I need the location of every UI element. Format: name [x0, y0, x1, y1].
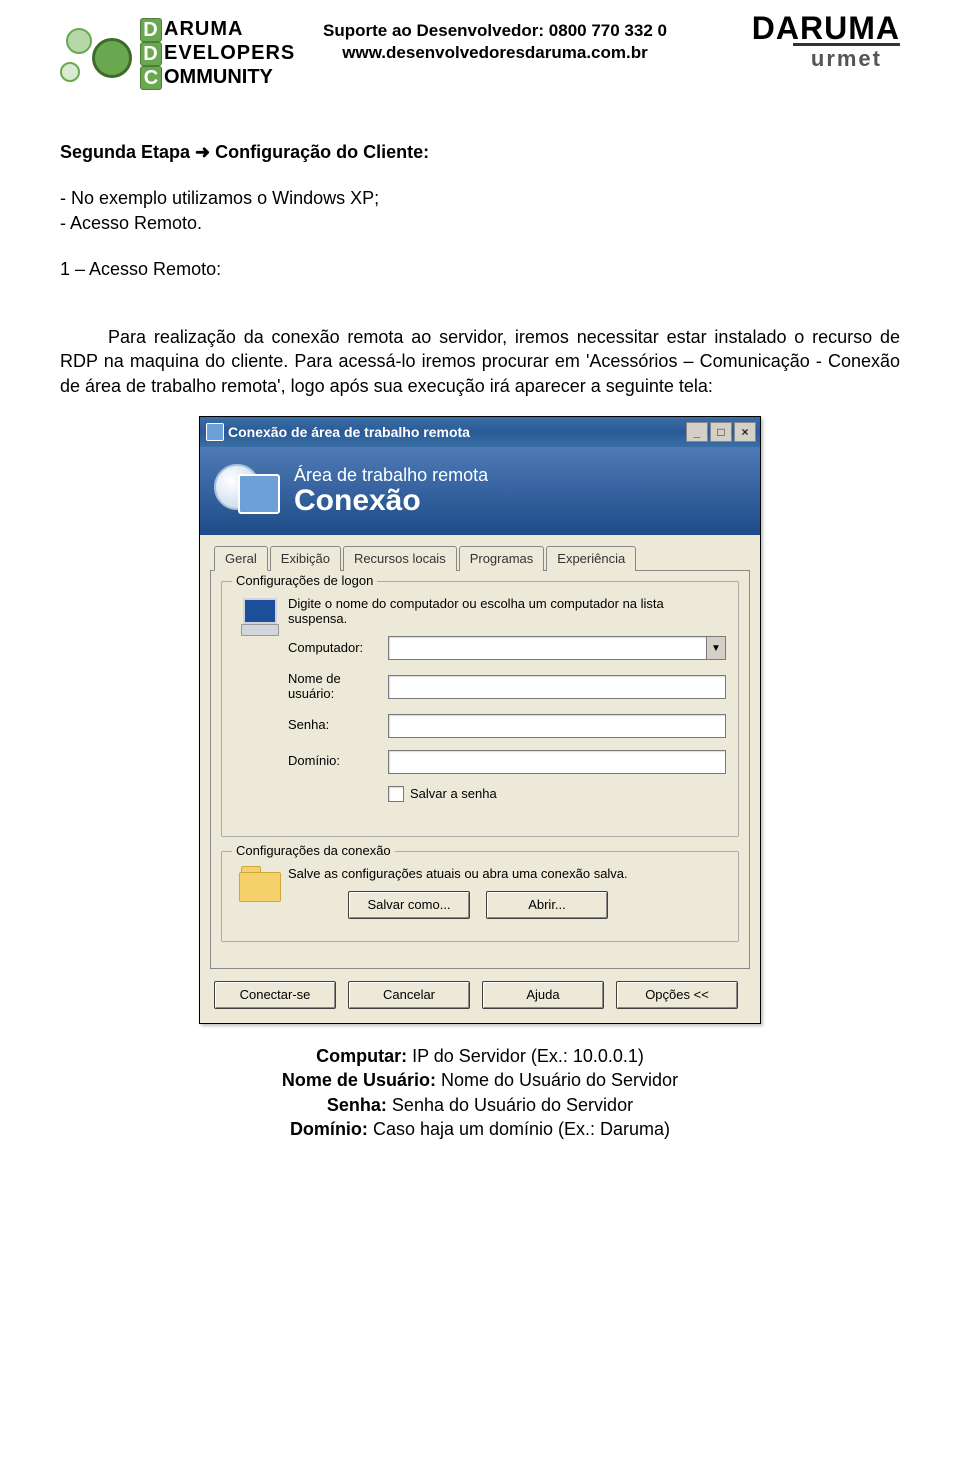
brand-urmet: urmet	[793, 43, 900, 72]
maximize-button[interactable]: □	[710, 422, 732, 442]
computer-input[interactable]	[388, 636, 706, 660]
letter-d: D	[140, 18, 162, 42]
letter-d2: D	[140, 42, 162, 66]
bi-lbl-1: Computar:	[316, 1046, 407, 1066]
logo-line-1: ARUMA	[164, 18, 243, 42]
support-line: Suporte ao Desenvolvedor: 0800 770 332 0	[290, 20, 700, 42]
arrow-icon: ➜	[195, 140, 210, 164]
logo-line-3: OMMUNITY	[164, 66, 273, 90]
paragraph: Para realização da conexão remota ao ser…	[60, 325, 900, 398]
group-logon: Configurações de logon Digite o nome do …	[221, 581, 739, 837]
dialog-banner: Área de trabalho remota Conexão	[200, 447, 760, 535]
body-text: Segunda Etapa ➜ Configuração do Cliente:…	[60, 140, 900, 398]
close-button[interactable]: ×	[734, 422, 756, 442]
connect-button[interactable]: Conectar-se	[214, 981, 336, 1009]
bi-lbl-3: Senha:	[327, 1095, 387, 1115]
save-password-checkbox[interactable]	[388, 786, 404, 802]
banner-line2: Conexão	[294, 484, 488, 518]
cancel-button[interactable]: Cancelar	[348, 981, 470, 1009]
folder-icon	[239, 866, 283, 902]
connection-instruction: Salve as configurações atuais ou abra um…	[288, 866, 726, 881]
chevron-down-icon[interactable]: ▼	[706, 636, 726, 660]
tab-exibicao[interactable]: Exibição	[270, 546, 341, 571]
open-button[interactable]: Abrir...	[486, 891, 608, 919]
bi-lbl-4: Domínio:	[290, 1119, 368, 1139]
tab-recursos-locais[interactable]: Recursos locais	[343, 546, 457, 571]
bi-lbl-2: Nome de Usuário:	[282, 1070, 436, 1090]
group-connection-title: Configurações da conexão	[232, 843, 395, 858]
header-center-text: Suporte ao Desenvolvedor: 0800 770 332 0…	[290, 10, 700, 64]
help-button[interactable]: Ajuda	[482, 981, 604, 1009]
page-header: DARUMA DEVELOPERS COMMUNITY Suporte ao D…	[60, 10, 900, 100]
password-input[interactable]	[388, 714, 726, 738]
tab-geral[interactable]: Geral	[214, 546, 268, 571]
remote-desktop-icon	[214, 460, 280, 522]
bi-val-1: IP do Servidor (Ex.: 10.0.0.1)	[407, 1046, 644, 1066]
titlebar[interactable]: Conexão de área de trabalho remota _ □ ×	[200, 417, 760, 447]
dialog-screenshot: Conexão de área de trabalho remota _ □ ×…	[60, 416, 900, 1024]
label-username: Nome de usuário:	[288, 672, 388, 702]
bullet-2: - Acesso Remoto.	[60, 211, 900, 235]
label-password: Senha:	[288, 718, 388, 733]
tab-programas[interactable]: Programas	[459, 546, 545, 571]
computer-icon	[241, 596, 281, 636]
step-title: 1 – Acesso Remoto:	[60, 257, 900, 281]
logo-line-2: EVELOPERS	[164, 42, 295, 66]
label-computer: Computador:	[288, 641, 388, 656]
tab-experiencia[interactable]: Experiência	[546, 546, 636, 571]
ddc-logo: DARUMA DEVELOPERS COMMUNITY	[60, 10, 290, 100]
letter-c: C	[140, 66, 162, 90]
title-part1: Segunda Etapa	[60, 142, 195, 162]
save-password-label: Salvar a senha	[410, 786, 497, 801]
save-as-button[interactable]: Salvar como...	[348, 891, 470, 919]
document-page: DARUMA DEVELOPERS COMMUNITY Suporte ao D…	[0, 0, 960, 1465]
bi-val-3: Senha do Usuário do Servidor	[387, 1095, 633, 1115]
minimize-button[interactable]: _	[686, 422, 708, 442]
title-part2: Configuração do Cliente:	[215, 142, 429, 162]
brand-daruma: DARUMA	[700, 10, 900, 47]
bottom-info: Computar: IP do Servidor (Ex.: 10.0.0.1)…	[60, 1044, 900, 1141]
daruma-urmet-logo: DARUMA urmet	[700, 10, 900, 72]
options-button[interactable]: Opções <<	[616, 981, 738, 1009]
titlebar-icon	[206, 423, 224, 441]
username-input[interactable]	[388, 675, 726, 699]
tab-body: Configurações de logon Digite o nome do …	[210, 570, 750, 969]
bullet-1: - No exemplo utilizamos o Windows XP;	[60, 186, 900, 210]
logon-instruction: Digite o nome do computador ou escolha u…	[288, 596, 726, 626]
label-domain: Domínio:	[288, 754, 388, 769]
site-line: www.desenvolvedoresdaruma.com.br	[290, 42, 700, 64]
dialog-footer: Conectar-se Cancelar Ajuda Opções <<	[200, 977, 760, 1023]
bi-val-4: Caso haja um domínio (Ex.: Daruma)	[368, 1119, 670, 1139]
rdp-dialog: Conexão de área de trabalho remota _ □ ×…	[199, 416, 761, 1024]
group-logon-title: Configurações de logon	[232, 573, 377, 588]
tab-strip: Geral Exibição Recursos locais Programas…	[200, 535, 760, 570]
bi-val-2: Nome do Usuário do Servidor	[436, 1070, 678, 1090]
titlebar-title: Conexão de área de trabalho remota	[224, 424, 684, 440]
computer-combo[interactable]: ▼	[388, 636, 726, 660]
group-connection: Configurações da conexão Salve as config…	[221, 851, 739, 942]
banner-line1: Área de trabalho remota	[294, 465, 488, 486]
domain-input[interactable]	[388, 750, 726, 774]
